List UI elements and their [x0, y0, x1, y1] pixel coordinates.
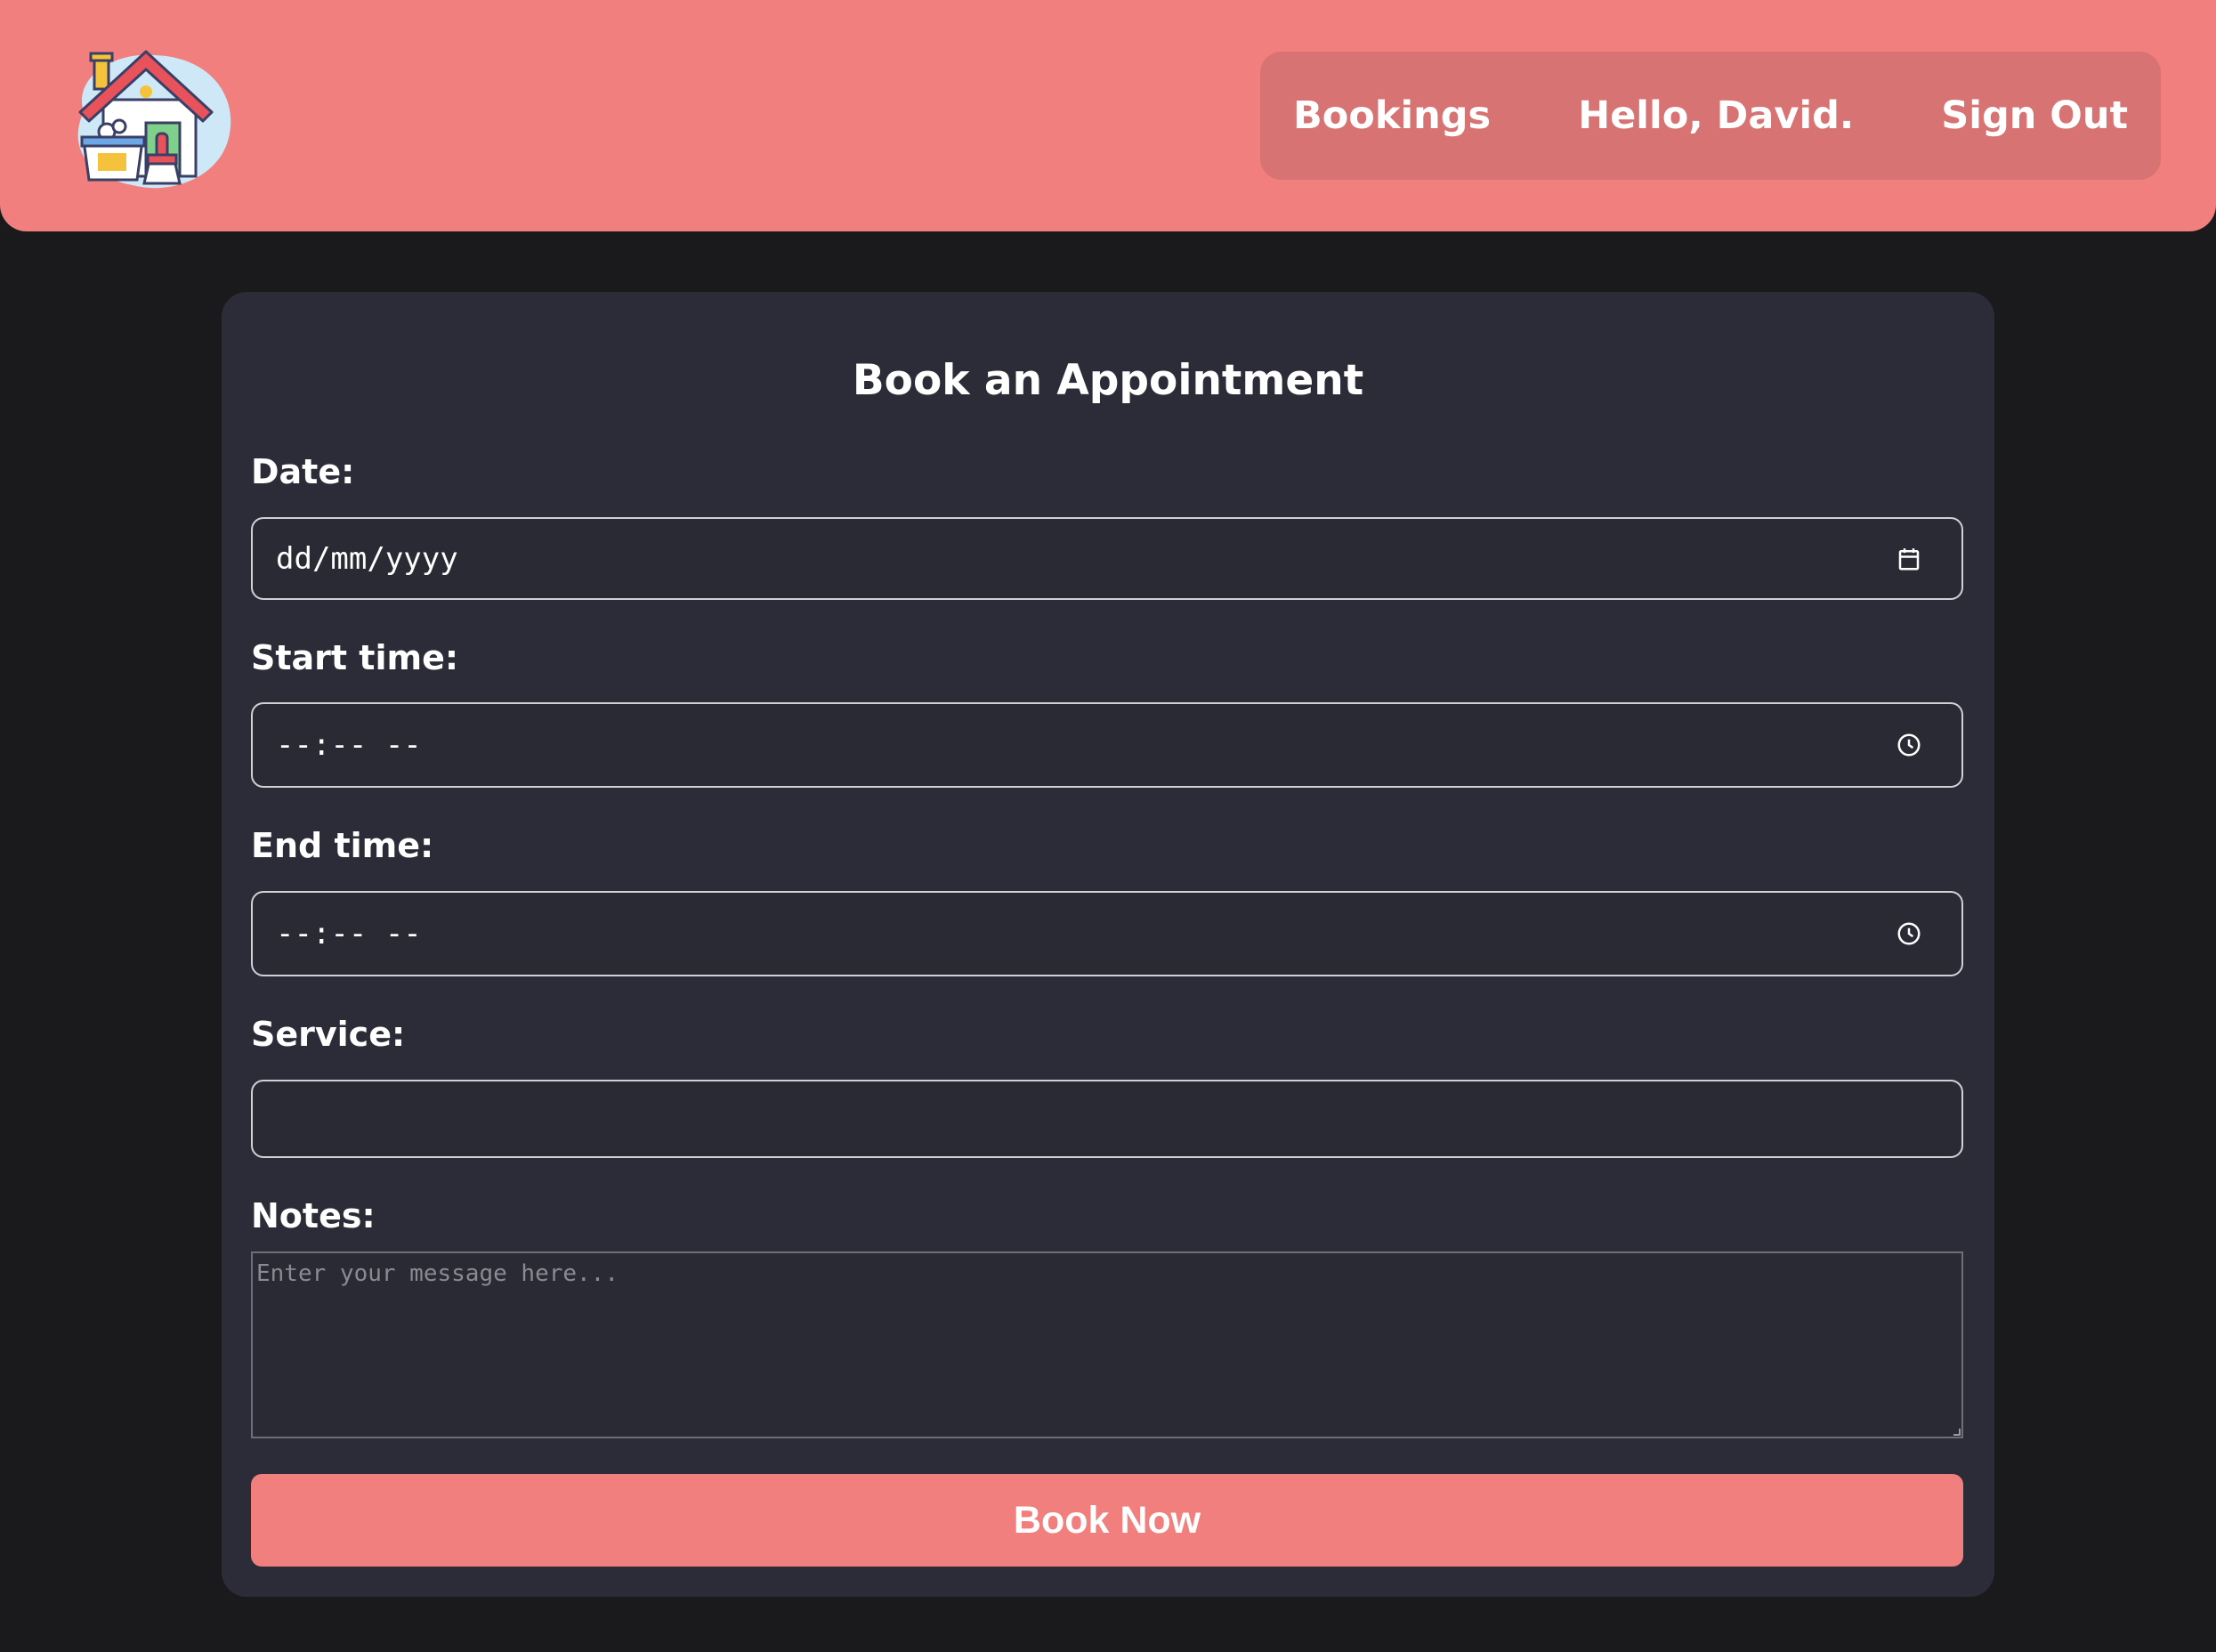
clock-icon[interactable] [1894, 919, 1924, 949]
clock-icon[interactable] [1894, 730, 1924, 760]
user-greeting: Hello, David. [1578, 93, 1855, 138]
top-header: Bookings Hello, David. Sign Out [0, 0, 2216, 231]
end-time-input[interactable]: --:-- -- [251, 891, 1963, 976]
end-time-label: End time: [251, 826, 434, 865]
resize-handle-icon[interactable] [1953, 1429, 1961, 1436]
service-input[interactable] [251, 1080, 1963, 1158]
notes-textarea[interactable]: Enter your message here... [251, 1251, 1963, 1438]
service-label: Service: [251, 1015, 406, 1054]
notes-label: Notes: [251, 1196, 376, 1235]
nav-bookings-link[interactable]: Bookings [1250, 93, 1534, 138]
house-cleaning-logo-icon[interactable] [57, 45, 235, 194]
notes-placeholder: Enter your message here... [256, 1260, 619, 1287]
start-time-input[interactable]: --:-- -- [251, 702, 1963, 788]
end-time-input-value: --:-- -- [276, 916, 422, 952]
date-label: Date: [251, 452, 355, 491]
book-now-button[interactable]: Book Now [251, 1474, 1963, 1567]
form-title: Book an Appointment [852, 356, 1364, 405]
booking-form-card: Book an Appointment Date: dd/mm/yyyy Sta… [222, 292, 1994, 1597]
start-time-label: Start time: [251, 638, 459, 677]
nav-bar: Bookings Hello, David. Sign Out [1260, 52, 2161, 180]
date-input[interactable]: dd/mm/yyyy [251, 517, 1963, 600]
date-input-value: dd/mm/yyyy [276, 540, 458, 577]
calendar-icon[interactable] [1894, 544, 1924, 574]
sign-out-link[interactable]: Sign Out [1897, 93, 2172, 138]
start-time-input-value: --:-- -- [276, 727, 422, 763]
